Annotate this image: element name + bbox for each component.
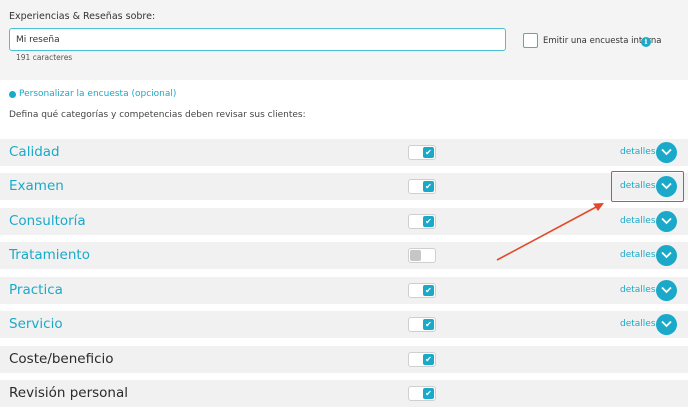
check-icon: ✔ xyxy=(423,388,434,399)
section-label: Experiencias & Reseñas sobre: xyxy=(9,11,156,22)
details-link[interactable]: detalles xyxy=(620,319,656,329)
category-label: Examen xyxy=(9,178,64,194)
personalize-label: Personalizar la encuesta (opcional) xyxy=(19,89,177,99)
check-icon: ✔ xyxy=(423,285,434,296)
check-icon: ✔ xyxy=(423,319,434,330)
categories-instructions: Defina qué categorías y competencias deb… xyxy=(9,110,306,120)
category-label: Revisión personal xyxy=(9,385,129,401)
details-link[interactable]: detalles xyxy=(620,285,656,295)
bullet-icon xyxy=(9,90,16,98)
category-label: Calidad xyxy=(9,144,60,160)
category-toggle[interactable]: ✔ xyxy=(408,179,436,194)
check-icon: ✔ xyxy=(423,181,434,192)
personalize-survey-link[interactable]: Personalizar la encuesta (opcional) xyxy=(9,89,176,99)
category-toggle[interactable]: ✔ xyxy=(408,386,436,401)
category-row-coste-beneficio: Coste/beneficio ✔ xyxy=(0,346,688,373)
category-label: Servicio xyxy=(9,316,63,332)
details-link[interactable]: detalles xyxy=(620,250,656,260)
category-row-revision-personal: Revisión personal ✔ xyxy=(0,380,688,407)
toggle-knob xyxy=(410,250,421,261)
details-link[interactable]: detalles xyxy=(620,147,656,157)
chevron-down-icon[interactable] xyxy=(656,142,677,163)
details-link[interactable]: detalles xyxy=(620,216,656,226)
category-row-practica: Practica ✔ detalles xyxy=(0,277,688,304)
category-toggle[interactable] xyxy=(408,248,436,263)
category-label: Coste/beneficio xyxy=(9,351,114,367)
category-label: Consultoría xyxy=(9,213,86,229)
chevron-down-icon[interactable] xyxy=(656,211,677,232)
category-row-servicio: Servicio ✔ detalles xyxy=(0,311,688,338)
category-toggle[interactable]: ✔ xyxy=(408,283,436,298)
category-row-tratamiento: Tratamiento detalles xyxy=(0,242,688,269)
review-title-input[interactable] xyxy=(9,28,506,51)
category-row-consultoria: Consultoría ✔ detalles xyxy=(0,208,688,235)
check-icon: ✔ xyxy=(423,354,434,365)
char-count: 191 caracteres xyxy=(16,53,73,62)
category-toggle[interactable]: ✔ xyxy=(408,317,436,332)
category-toggle[interactable]: ✔ xyxy=(408,145,436,160)
check-icon: ✔ xyxy=(423,216,434,227)
category-row-calidad: Calidad ✔ detalles xyxy=(0,139,688,166)
highlight-box xyxy=(611,171,684,202)
chevron-down-icon[interactable] xyxy=(656,280,677,301)
check-icon: ✔ xyxy=(423,147,434,158)
chevron-down-icon[interactable] xyxy=(656,245,677,266)
category-row-examen: Examen ✔ detalles xyxy=(0,173,688,200)
internal-survey-checkbox[interactable] xyxy=(523,33,538,48)
info-icon[interactable]: i xyxy=(641,37,651,47)
chevron-down-icon[interactable] xyxy=(656,314,677,335)
category-toggle[interactable]: ✔ xyxy=(408,352,436,367)
category-label: Tratamiento xyxy=(9,247,90,263)
category-label: Practica xyxy=(9,282,63,298)
category-toggle[interactable]: ✔ xyxy=(408,214,436,229)
